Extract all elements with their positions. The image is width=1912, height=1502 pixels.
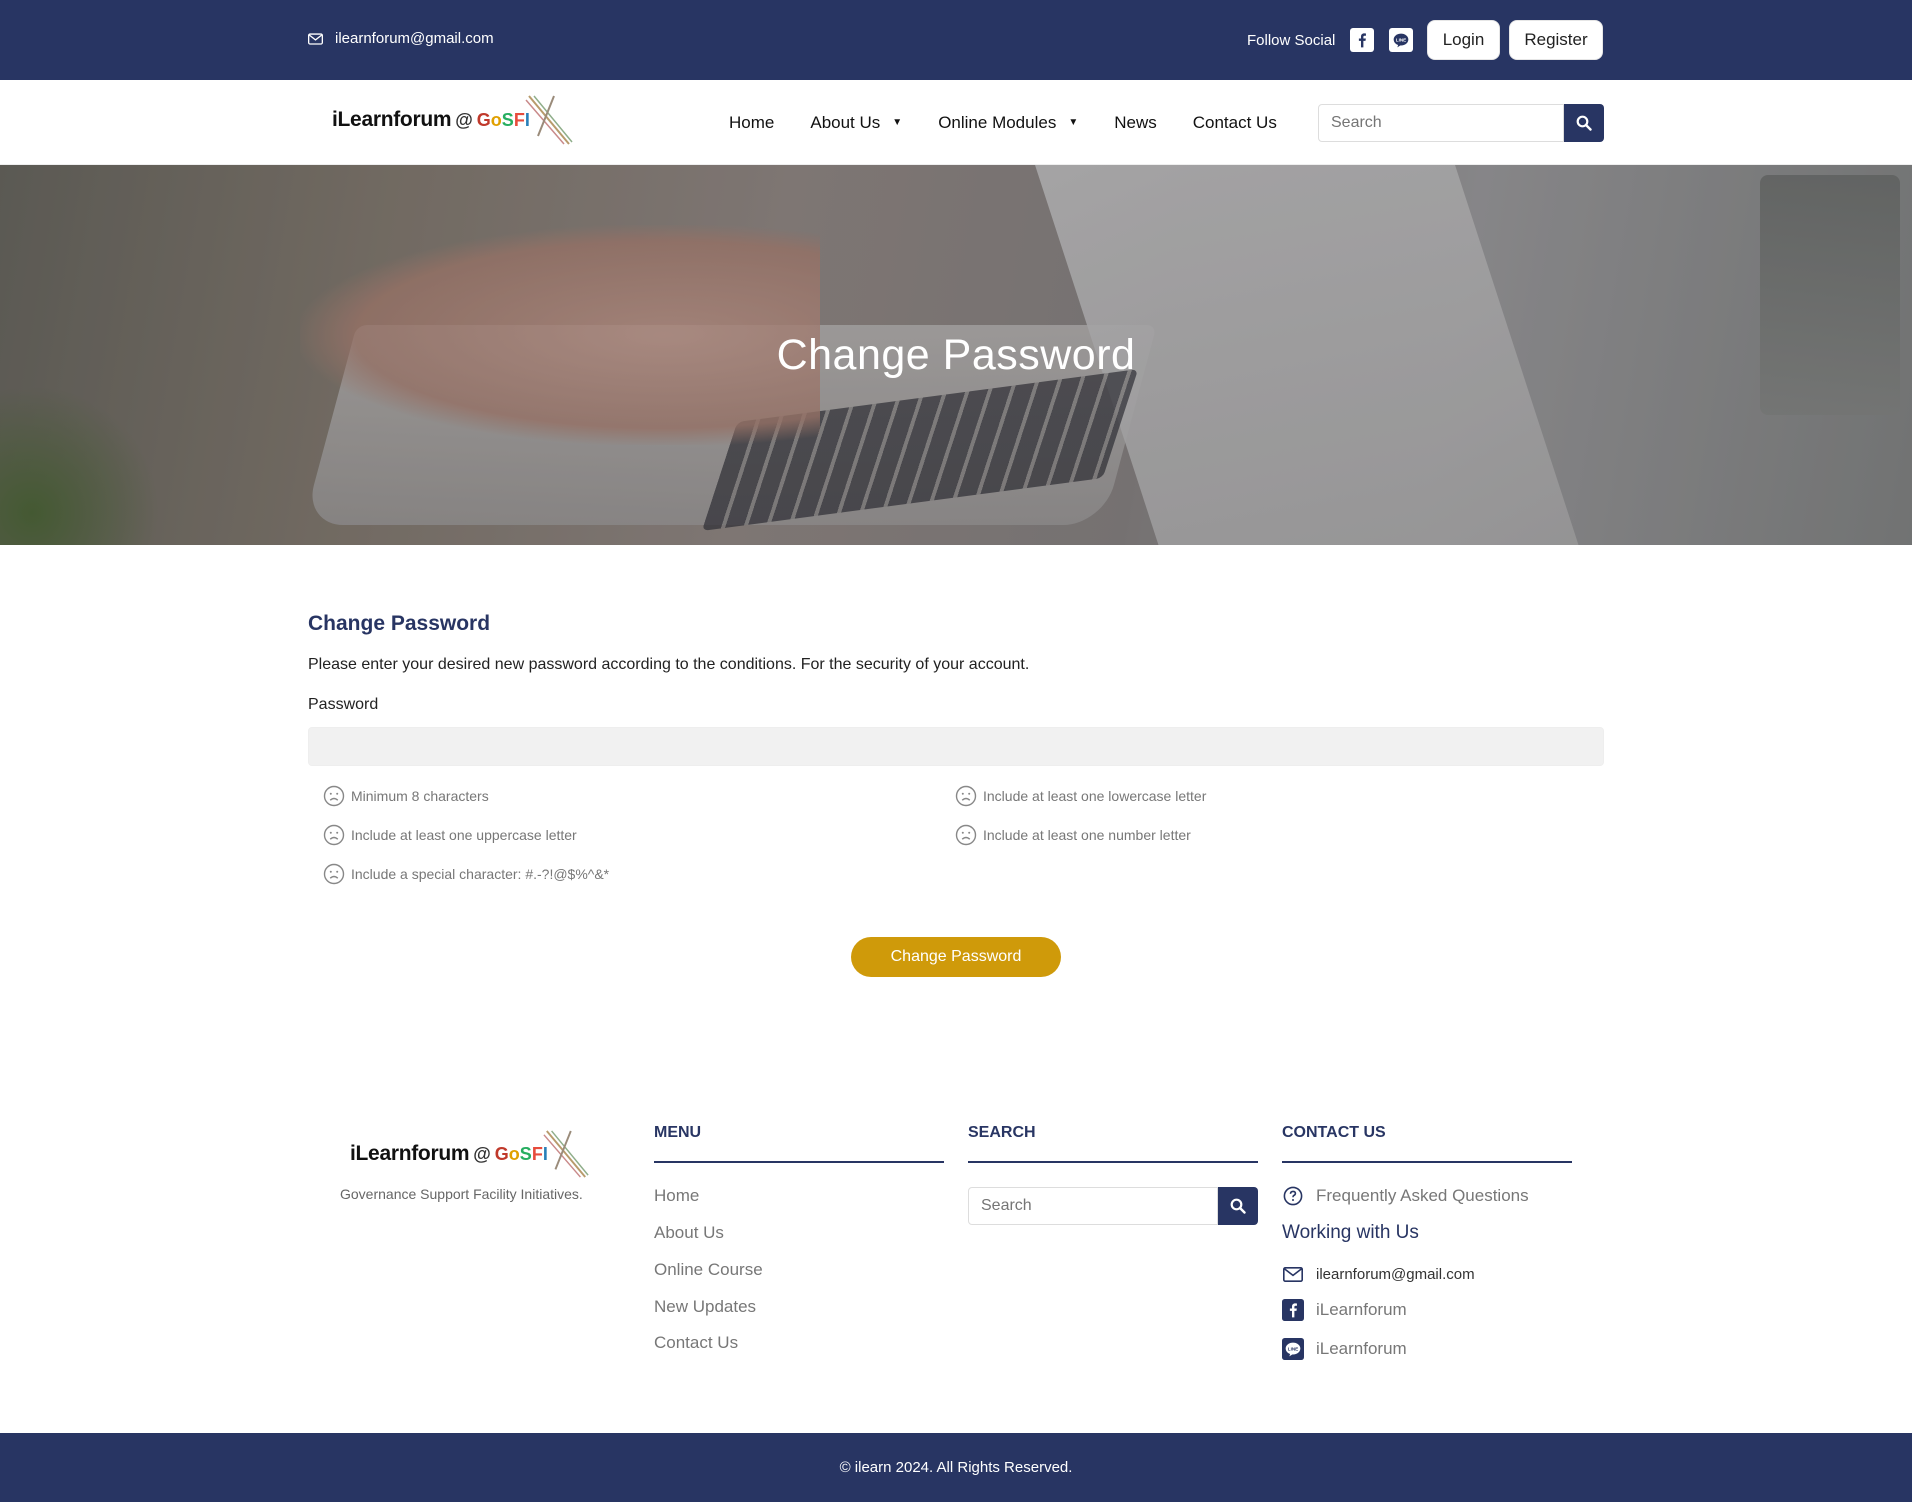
rule-uppercase: Include at least one uppercase letter — [323, 824, 577, 846]
footer-link-new-updates[interactable]: New Updates — [654, 1297, 756, 1317]
site-logo[interactable]: iLearnforum @ GoSFI — [332, 90, 574, 150]
line-icon[interactable]: LINE — [1389, 28, 1414, 52]
sad-face-icon — [955, 824, 977, 846]
change-password-button[interactable]: Change Password — [851, 937, 1061, 977]
envelope-icon — [308, 32, 323, 45]
footer-link-contact-us[interactable]: Contact Us — [654, 1333, 738, 1353]
logo-brand-name: iLearnforum — [332, 108, 452, 131]
nav-menu: Home About Us ▼ Online Modules ▼ News Cont… — [729, 80, 1277, 165]
password-label: Password — [308, 696, 379, 713]
rule-text: Include at least one number letter — [983, 827, 1191, 843]
nav-online-modules-label: Online Modules — [938, 112, 1057, 132]
follow-social: Follow Social LINE — [1247, 20, 1428, 60]
rule-text: Include at least one uppercase letter — [351, 827, 577, 843]
svg-text:LINE: LINE — [1288, 1346, 1298, 1351]
footer-faq-link[interactable]: Frequently Asked Questions — [1282, 1185, 1529, 1207]
footer-search-divider — [968, 1161, 1258, 1163]
logo-letter: o — [508, 1143, 520, 1164]
nav-online-modules[interactable]: Online Modules ▼ — [938, 113, 1078, 133]
footer-link-home[interactable]: Home — [654, 1186, 699, 1206]
footer-faq-text: Frequently Asked Questions — [1316, 1186, 1529, 1205]
copyright-text: © ilearn 2024. All Rights Reserved. — [839, 1459, 1073, 1476]
footer-working-with-us: Working with Us — [1282, 1222, 1419, 1243]
hero-title: Change Password — [776, 331, 1136, 379]
footer-link-about-us[interactable]: About Us — [654, 1223, 724, 1243]
logo-letter: G — [476, 109, 491, 130]
nav-news[interactable]: News — [1114, 113, 1157, 133]
footer-search-button[interactable] — [1218, 1187, 1258, 1225]
sad-face-icon — [323, 863, 345, 885]
caret-down-icon: ▼ — [892, 117, 903, 128]
login-button[interactable]: Login — [1427, 20, 1500, 60]
footer-facebook-link[interactable]: iLearnforum — [1282, 1299, 1407, 1321]
nav-search-button[interactable] — [1564, 104, 1604, 142]
caret-down-icon: ▼ — [1068, 117, 1079, 128]
rule-text: Include at least one lowercase letter — [983, 788, 1207, 804]
copyright-bar: © ilearn 2024. All Rights Reserved. — [0, 1433, 1912, 1502]
nav-news-label: News — [1114, 112, 1157, 132]
footer-search-input[interactable] — [968, 1187, 1218, 1225]
nav-about-us-label: About Us — [810, 112, 881, 132]
footer-facebook-text: iLearnforum — [1316, 1300, 1407, 1319]
footer-search — [968, 1187, 1258, 1225]
top-bar: ilearnforum@gmail.com Follow Social LINE… — [0, 0, 1912, 80]
footer-line-link[interactable]: LINE iLearnforum — [1282, 1338, 1407, 1360]
search-icon — [1576, 115, 1592, 131]
sad-face-icon — [955, 785, 977, 807]
follow-social-label: Follow Social — [1247, 31, 1336, 49]
form-title: Change Password — [308, 612, 491, 635]
footer-search-title: SEARCH — [968, 1124, 1036, 1141]
rule-special-character: Include a special character: #.-?!@$%^&* — [323, 863, 609, 885]
rule-text: Include a special character: #.-?!@$%^&* — [351, 866, 610, 882]
facebook-icon[interactable] — [1350, 28, 1375, 52]
footer-tagline: Governance Support Facility Initiatives. — [340, 1186, 583, 1202]
logo-letter: S — [501, 109, 514, 130]
top-email[interactable]: ilearnforum@gmail.com — [308, 30, 494, 47]
hero-banner: Change Password — [0, 165, 1912, 545]
footer-link-online-course[interactable]: Online Course — [654, 1260, 763, 1280]
nav-home[interactable]: Home — [729, 113, 774, 133]
nav-contact-us-label: Contact Us — [1192, 112, 1277, 132]
footer-logo[interactable]: iLearnforum @ GoSFI — [350, 1128, 590, 1180]
logo-brand-name: iLearnforum — [350, 1142, 470, 1165]
sad-face-icon — [323, 824, 345, 846]
rule-min-length: Minimum 8 characters — [323, 785, 489, 807]
footer-menu-divider — [654, 1161, 944, 1163]
register-button[interactable]: Register — [1509, 20, 1603, 60]
nav-about-us[interactable]: About Us ▼ — [810, 113, 902, 133]
rule-text: Minimum 8 characters — [351, 788, 489, 804]
logo-at: @ — [455, 109, 473, 130]
rule-lowercase: Include at least one lowercase letter — [955, 785, 1206, 807]
footer-line-text: iLearnforum — [1316, 1339, 1407, 1358]
footer-email[interactable]: ilearnforum@gmail.com — [1282, 1263, 1475, 1285]
form-description: Please enter your desired new password a… — [308, 656, 1030, 673]
footer-menu-title: MENU — [654, 1124, 702, 1141]
main-navbar: iLearnforum @ GoSFI Home About Us ▼ Onlin… — [0, 80, 1912, 165]
footer-contact-title: CONTACT US — [1282, 1124, 1386, 1141]
logo-letter: G — [494, 1143, 509, 1164]
logo-letter: S — [519, 1143, 532, 1164]
footer-contact-divider — [1282, 1161, 1572, 1163]
top-email-text: ilearnforum@gmail.com — [335, 30, 494, 47]
line-icon: LINE — [1282, 1338, 1304, 1360]
facebook-icon — [1282, 1299, 1304, 1321]
logo-ribbon-icon — [525, 95, 573, 145]
footer-email-text: ilearnforum@gmail.com — [1316, 1265, 1475, 1283]
password-input[interactable] — [308, 727, 1604, 766]
logo-letter: o — [490, 109, 502, 130]
svg-text:LINE: LINE — [1396, 37, 1406, 42]
nav-contact-us[interactable]: Contact Us — [1193, 113, 1277, 133]
nav-search-input[interactable] — [1318, 104, 1564, 142]
envelope-icon — [1282, 1263, 1304, 1285]
search-icon — [1230, 1198, 1246, 1214]
logo-at: @ — [473, 1143, 491, 1164]
nav-home-label: Home — [729, 112, 775, 132]
sad-face-icon — [323, 785, 345, 807]
logo-ribbon-icon — [543, 1130, 589, 1178]
rule-number: Include at least one number letter — [955, 824, 1191, 846]
question-circle-icon — [1282, 1185, 1304, 1207]
nav-search — [1318, 104, 1604, 142]
